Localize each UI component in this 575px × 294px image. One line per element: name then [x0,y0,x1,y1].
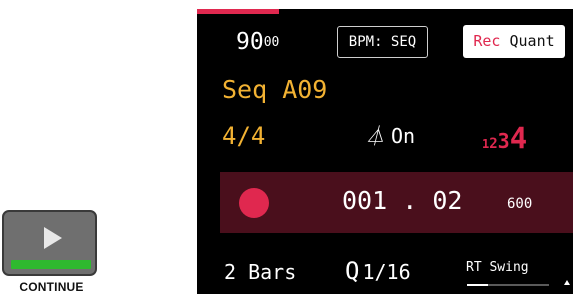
continue-label: CONTINUE [19,280,84,294]
device-screen: 9000 BPM: SEQ Rec Quant Seq A09 4/4 ⏃ On … [197,9,573,294]
swing-handle-icon[interactable] [564,280,570,285]
tempo-main: 90 [236,29,264,55]
tempo-decimal: 00 [263,35,280,50]
quantize-icon: Q [345,257,360,285]
record-dot[interactable] [239,188,269,218]
count-in-4: 4 [509,121,528,155]
quant-label: Quant [509,32,555,50]
swing-slider[interactable] [467,284,549,286]
position-beats: 02 [432,186,463,215]
swing-level-fill [467,284,488,286]
rec-quant-button[interactable]: Rec Quant [463,25,565,58]
play-icon [44,227,62,249]
count-in-indicator[interactable]: 1234 [482,123,527,159]
count-in-2: 2 [489,136,498,152]
position-bars: 001 [342,186,388,215]
swing-label: RT Swing [466,260,529,275]
transport-bar: 001 . 02 600 [220,172,573,233]
tempo-display[interactable]: 9000 [236,28,279,56]
quantize-value: 1/16 [362,260,411,284]
quantize-setting[interactable]: Q 1/16 [345,257,411,286]
rec-label: Rec [473,32,501,50]
time-signature[interactable]: 4/4 [222,121,265,151]
screen-top-accent [197,9,279,14]
position-separator: . [402,186,418,215]
progress-bar [11,260,91,269]
sequence-position[interactable]: 001 . 02 [342,186,462,216]
sequence-name[interactable]: Seq A09 [222,75,327,105]
bars-length[interactable]: 2 Bars [224,259,296,285]
metronome-state: On [391,124,416,148]
continue-widget[interactable]: CONTINUE [2,210,101,294]
continue-button[interactable] [2,210,97,276]
count-in-3: 3 [497,129,510,153]
metronome-toggle[interactable]: ⏃ On [365,122,415,150]
metronome-icon: ⏃ [365,124,385,148]
bpm-mode-button[interactable]: BPM: SEQ [337,26,428,58]
position-ticks: 600 [507,196,533,212]
